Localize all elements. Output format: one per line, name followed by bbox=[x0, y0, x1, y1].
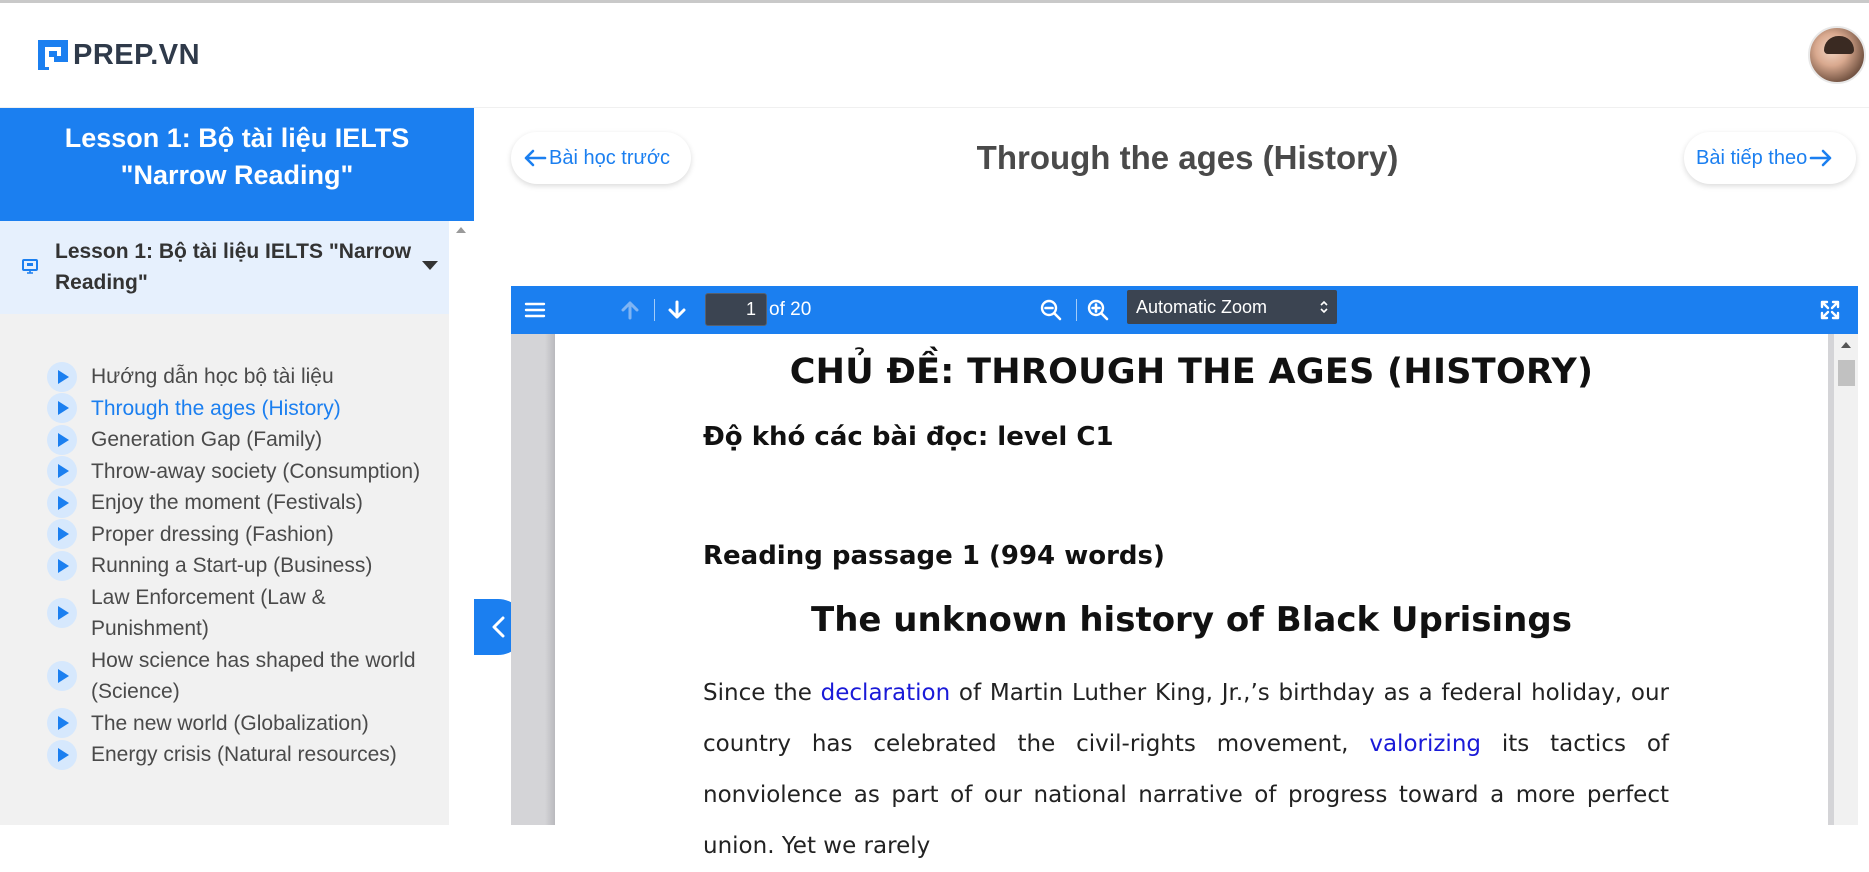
arrow-right-icon bbox=[1809, 149, 1832, 167]
sidebar-lesson-item[interactable]: Running a Start-up (Business) bbox=[0, 550, 449, 582]
previous-lesson-button[interactable]: Bài học trước bbox=[511, 132, 691, 184]
play-icon bbox=[47, 424, 77, 455]
course-sidebar: Lesson 1: Bộ tài liệu IELTS "Narrow Read… bbox=[0, 108, 474, 825]
sidebar-lesson-label: Energy crisis (Natural resources) bbox=[91, 743, 397, 766]
presentation-icon bbox=[22, 259, 38, 274]
article-body: Since the declaration of Martin Luther K… bbox=[703, 668, 1669, 872]
sidebar-lesson-item[interactable]: Enjoy the moment (Festivals) bbox=[0, 487, 449, 519]
brand-name: PREP.VN bbox=[73, 38, 201, 71]
toolbar-divider bbox=[1076, 299, 1077, 321]
pdf-page: CHỦ ĐỀ: THROUGH THE AGES (HISTORY) Độ kh… bbox=[555, 334, 1828, 859]
sidebar-lesson-label: Proper dressing (Fashion) bbox=[91, 522, 334, 546]
next-page-icon[interactable] bbox=[665, 298, 689, 322]
previous-page-icon[interactable] bbox=[618, 298, 642, 322]
play-icon bbox=[47, 550, 77, 581]
fullscreen-icon[interactable] bbox=[1818, 298, 1842, 322]
lesson-dropdown[interactable]: Lesson 1: Bộ tài liệu IELTS "Narrow Read… bbox=[0, 221, 449, 314]
play-icon bbox=[47, 661, 77, 691]
play-icon bbox=[47, 598, 77, 628]
scroll-up-arrow-icon[interactable] bbox=[456, 227, 466, 233]
sidebar-header-title: Lesson 1: Bộ tài liệu IELTS "Narrow Read… bbox=[0, 108, 474, 221]
next-lesson-button[interactable]: Bài tiếp theo bbox=[1684, 132, 1856, 184]
play-icon bbox=[47, 519, 77, 550]
toolbar-divider bbox=[654, 299, 655, 321]
zoom-in-icon[interactable] bbox=[1086, 298, 1110, 322]
brand-logo[interactable]: PREP.VN bbox=[35, 37, 200, 73]
play-icon bbox=[47, 487, 77, 518]
sidebar-lesson-item[interactable]: Through the ages (History) bbox=[0, 393, 449, 425]
page-count: of 20 bbox=[769, 299, 812, 320]
zoom-out-icon[interactable] bbox=[1039, 298, 1063, 322]
select-arrows-icon bbox=[1320, 300, 1328, 314]
scroll-up-arrow-icon[interactable] bbox=[1841, 342, 1851, 348]
sidebar-lesson-label: Throw-away society (Consumption) bbox=[91, 459, 421, 483]
pdf-toolbar: 1 of 20 Automatic Zoom bbox=[511, 286, 1858, 334]
zoom-select-value: Automatic Zoom bbox=[1136, 297, 1268, 317]
page-number-input[interactable]: 1 bbox=[705, 293, 767, 326]
sidebar-lesson-item[interactable]: Law Enforcement (Law & Punishment) bbox=[0, 582, 449, 645]
arrow-left-icon bbox=[524, 149, 547, 167]
sidebar-lesson-label: Hướng dẫn học bộ tài liệu bbox=[91, 365, 334, 388]
sidebar-lesson-label: Law Enforcement (Law & Punishment) bbox=[91, 585, 326, 641]
sidebar-lesson-item[interactable]: Hướng dẫn học bộ tài liệu bbox=[0, 361, 449, 393]
zoom-select[interactable]: Automatic Zoom bbox=[1127, 290, 1337, 324]
play-icon bbox=[47, 708, 77, 739]
sidebar-toggle-icon[interactable] bbox=[523, 298, 547, 322]
passage-label: Reading passage 1 (994 words) bbox=[703, 541, 1165, 571]
play-icon bbox=[47, 456, 77, 487]
user-avatar[interactable] bbox=[1808, 26, 1866, 84]
sidebar-lesson-label: How science has shaped the world (Scienc… bbox=[91, 648, 416, 704]
scrollbar-thumb[interactable] bbox=[1838, 360, 1855, 386]
sidebar-lesson-item[interactable]: The new world (Globalization) bbox=[0, 708, 449, 740]
article-title: The unknown history of Black Uprisings bbox=[811, 600, 1572, 640]
logo-icon bbox=[35, 37, 71, 73]
sidebar-lesson-item[interactable]: Proper dressing (Fashion) bbox=[0, 519, 449, 551]
sidebar-lesson-item[interactable]: How science has shaped the world (Scienc… bbox=[0, 645, 449, 708]
vocab-link[interactable]: declaration bbox=[821, 680, 951, 706]
sidebar-lesson-item[interactable]: Generation Gap (Family) bbox=[0, 424, 449, 456]
site-header: PREP.VN bbox=[0, 3, 1869, 108]
play-icon bbox=[47, 393, 77, 424]
difficulty-level: Độ khó các bài đọc: level C1 bbox=[703, 422, 1114, 452]
lesson-list: Hướng dẫn học bộ tài liệu Through the age… bbox=[0, 361, 449, 771]
next-lesson-label: Bài tiếp theo bbox=[1696, 146, 1808, 169]
play-icon bbox=[47, 739, 77, 770]
document-heading: CHỦ ĐỀ: THROUGH THE AGES (HISTORY) bbox=[789, 352, 1594, 392]
previous-lesson-label: Bài học trước bbox=[549, 146, 670, 169]
chevron-left-icon bbox=[492, 616, 505, 638]
sidebar-lesson-label: The new world (Globalization) bbox=[91, 711, 369, 735]
pdf-viewer: 1 of 20 Automatic Zoom CHỦ ĐỀ: THROUGH T… bbox=[511, 286, 1858, 859]
page-title: Through the ages (History) bbox=[976, 139, 1399, 176]
sidebar-lesson-item[interactable]: Energy crisis (Natural resources) bbox=[0, 739, 449, 771]
body-text: Since the bbox=[703, 680, 821, 706]
sidebar-scrollbar[interactable] bbox=[449, 221, 474, 825]
sidebar-lesson-item[interactable]: Throw-away society (Consumption) bbox=[0, 456, 449, 488]
lesson-title: Lesson 1: Bộ tài liệu IELTS "Narrow Read… bbox=[55, 240, 412, 294]
sidebar-lesson-label: Running a Start-up (Business) bbox=[91, 554, 373, 577]
sidebar-lesson-label: Through the ages (History) bbox=[91, 396, 341, 420]
play-icon bbox=[47, 361, 77, 392]
vocab-link[interactable]: valorizing bbox=[1369, 731, 1481, 757]
sidebar-lesson-label: Enjoy the moment (Festivals) bbox=[91, 491, 363, 514]
pdf-scrollbar[interactable] bbox=[1834, 334, 1858, 825]
sidebar-lesson-label: Generation Gap (Family) bbox=[91, 428, 323, 451]
chevron-down-icon[interactable] bbox=[422, 261, 438, 270]
page-gutter bbox=[511, 334, 555, 825]
